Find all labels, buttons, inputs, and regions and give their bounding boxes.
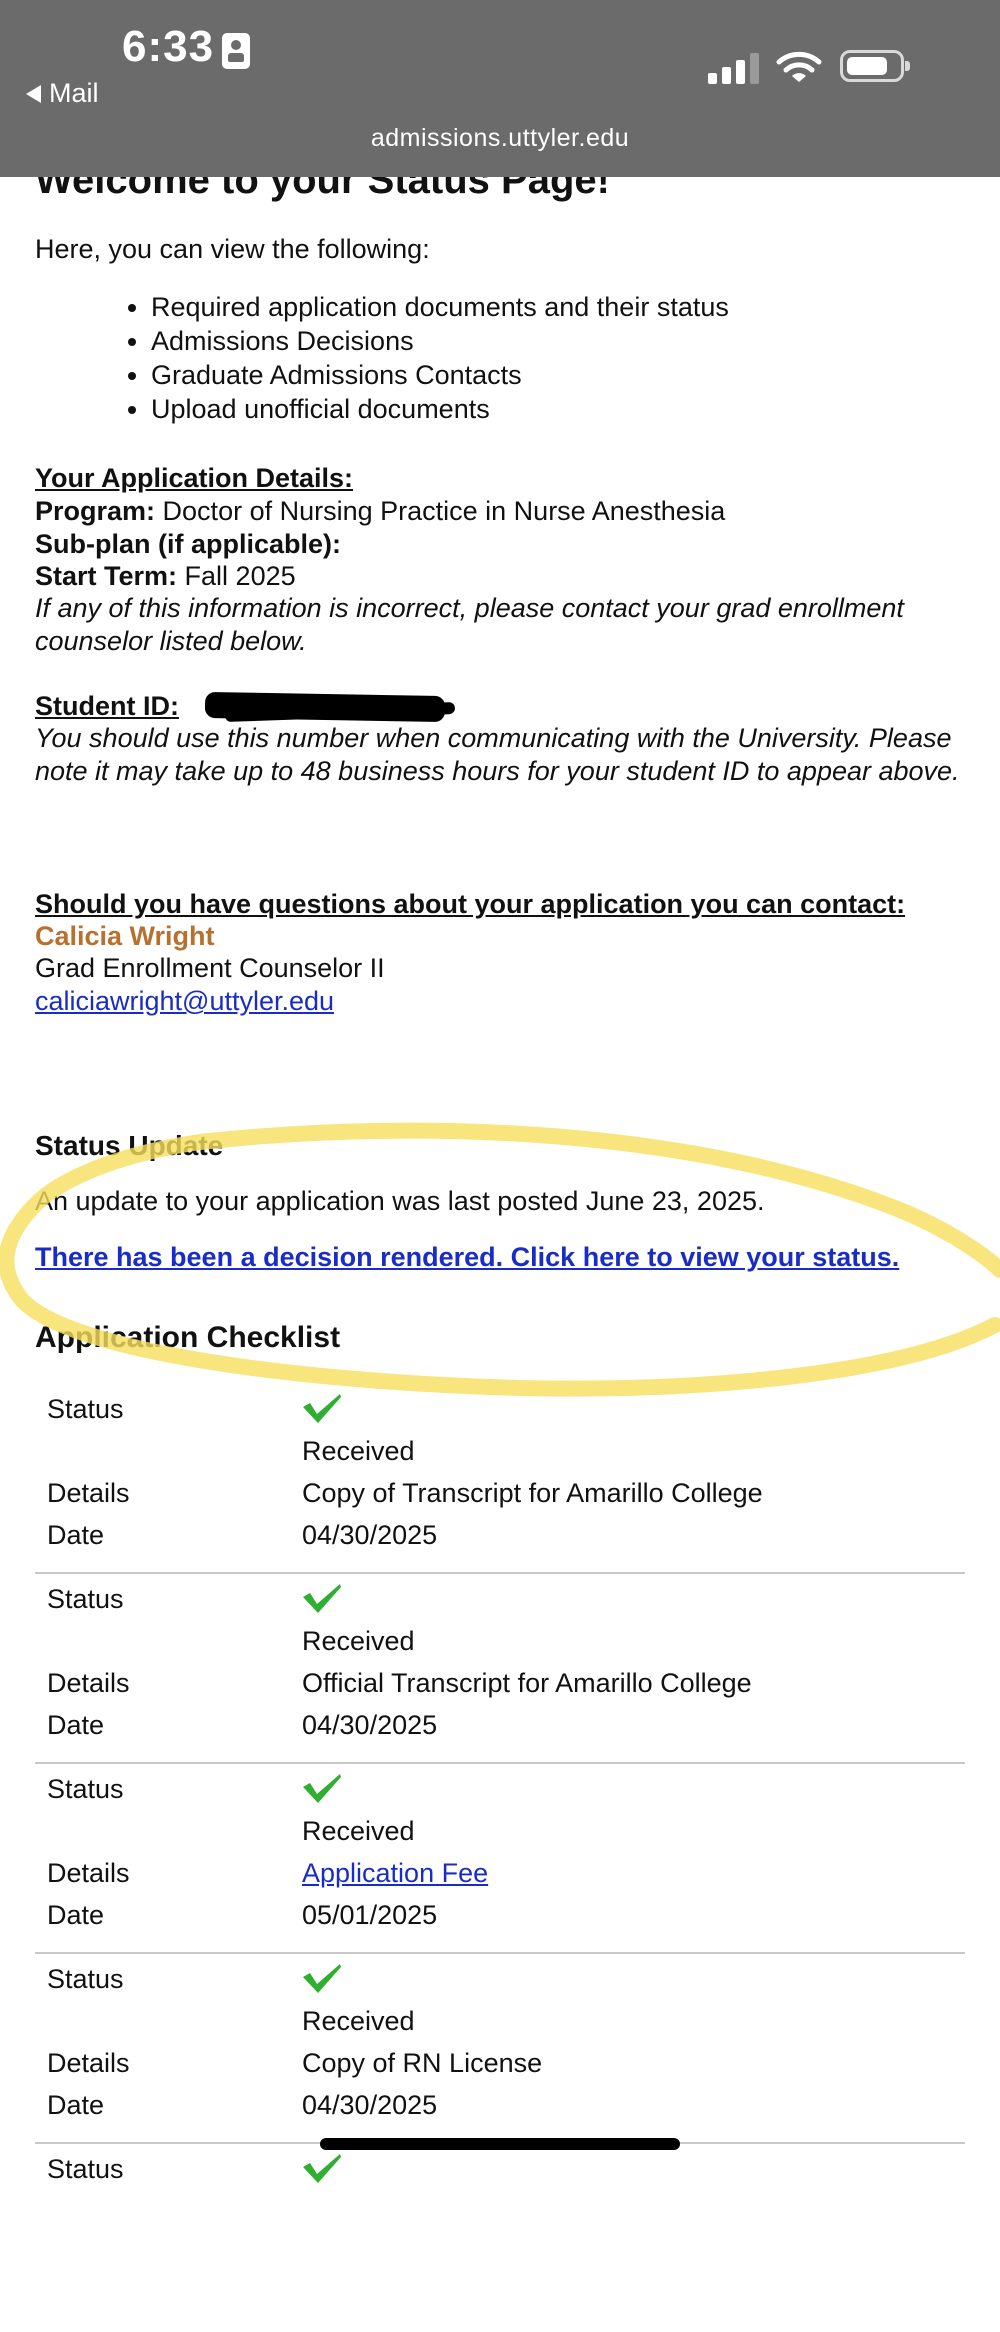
status-value: Received	[302, 2006, 415, 2036]
details-value: Copy of Transcript for Amarillo College	[302, 1478, 763, 1508]
date-label: Date	[47, 1520, 105, 1550]
browser-header: 6:33 Mail admissions.uttyler.edu	[0, 0, 1000, 177]
date-label: Date	[47, 1710, 105, 1740]
status-update-text: An update to your application was last p…	[35, 1186, 765, 1216]
details-value: Copy of RN License	[302, 2048, 543, 2078]
status-label: Status	[47, 2154, 124, 2184]
list-item: Upload unofficial documents	[151, 392, 729, 426]
contact-email-link[interactable]: caliciawright@uttyler.edu	[35, 985, 334, 1018]
checkmark-icon	[303, 2154, 341, 2183]
details-label: Details	[47, 1668, 130, 1698]
battery-icon	[840, 50, 910, 82]
details-label: Details	[47, 1858, 130, 1888]
list-item: Graduate Admissions Contacts	[151, 358, 729, 392]
status-value: Received	[302, 1436, 415, 1466]
status-value: Received	[302, 1816, 415, 1846]
back-arrow-icon	[26, 84, 41, 103]
back-to-mail-button[interactable]: Mail	[26, 78, 99, 109]
application-fee-link[interactable]: Application Fee	[302, 1858, 488, 1889]
date-label: Date	[47, 2090, 105, 2120]
checkmark-icon	[303, 1964, 341, 1993]
program-value: Doctor of Nursing Practice in Nurse Anes…	[162, 496, 726, 526]
list-item: Required application documents and their…	[151, 290, 729, 324]
back-label: Mail	[49, 78, 99, 108]
checkmark-icon	[303, 1584, 341, 1613]
checklist-item: Status Received Details Copy of Transcri…	[35, 1384, 965, 1574]
contact-name: Calicia Wright	[35, 921, 215, 951]
date-value: 04/30/2025	[302, 1710, 438, 1740]
student-id-note: You should use this number when communic…	[35, 723, 960, 786]
status-update-heading: Status Update	[35, 1130, 224, 1161]
view-decision-link[interactable]: There has been a decision rendered. Clic…	[35, 1242, 899, 1273]
checklist-item: Status Received Details Application Fee …	[35, 1764, 965, 1954]
details-label: Details	[47, 1478, 130, 1508]
home-indicator[interactable]	[320, 2138, 680, 2150]
checklist-item: Status	[35, 2144, 965, 2332]
features-list: Required application documents and their…	[35, 290, 729, 426]
wifi-icon	[776, 51, 822, 82]
date-value: 05/01/2025	[302, 1900, 438, 1930]
checklist-item: Status Received Details Official Transcr…	[35, 1574, 965, 1764]
person-badge-icon	[222, 33, 250, 69]
details-value: Official Transcript for Amarillo College	[302, 1668, 752, 1698]
start-term-label: Start Term:	[35, 561, 178, 591]
status-label: Status	[47, 1964, 124, 1994]
url-bar[interactable]: admissions.uttyler.edu	[0, 124, 1000, 153]
list-item: Admissions Decisions	[151, 324, 729, 358]
incorrect-info-note: If any of this information is incorrect,…	[35, 593, 904, 656]
status-time: 6:33	[122, 22, 215, 71]
date-label: Date	[47, 1900, 105, 1930]
contact-title: Grad Enrollment Counselor II	[35, 953, 385, 983]
intro-text: Here, you can view the following:	[35, 234, 430, 264]
details-label: Details	[47, 2048, 130, 2078]
student-id-label: Student ID:	[35, 691, 179, 721]
start-term-line: Start Term: Fall 2025	[35, 560, 296, 593]
contact-heading: Should you have questions about your app…	[35, 889, 906, 919]
status-label: Status	[47, 1774, 124, 1804]
checkmark-icon	[303, 1394, 341, 1423]
date-value: 04/30/2025	[302, 2090, 438, 2120]
cellular-signal-icon	[708, 52, 760, 84]
subplan-label: Sub-plan (if applicable):	[35, 529, 342, 559]
application-checklist: Status Received Details Copy of Transcri…	[35, 1384, 965, 2332]
status-label: Status	[47, 1584, 124, 1614]
start-term-value: Fall 2025	[184, 561, 296, 591]
checklist-item: Status Received Details Copy of RN Licen…	[35, 1954, 965, 2144]
checkmark-icon	[303, 1774, 341, 1803]
program-line: Program: Doctor of Nursing Practice in N…	[35, 495, 725, 528]
application-details-heading: Your Application Details:	[35, 463, 354, 493]
application-checklist-heading: Application Checklist	[35, 1321, 341, 1354]
status-value: Received	[302, 1626, 415, 1656]
status-label: Status	[47, 1394, 124, 1424]
program-label: Program:	[35, 496, 156, 526]
date-value: 04/30/2025	[302, 1520, 438, 1550]
